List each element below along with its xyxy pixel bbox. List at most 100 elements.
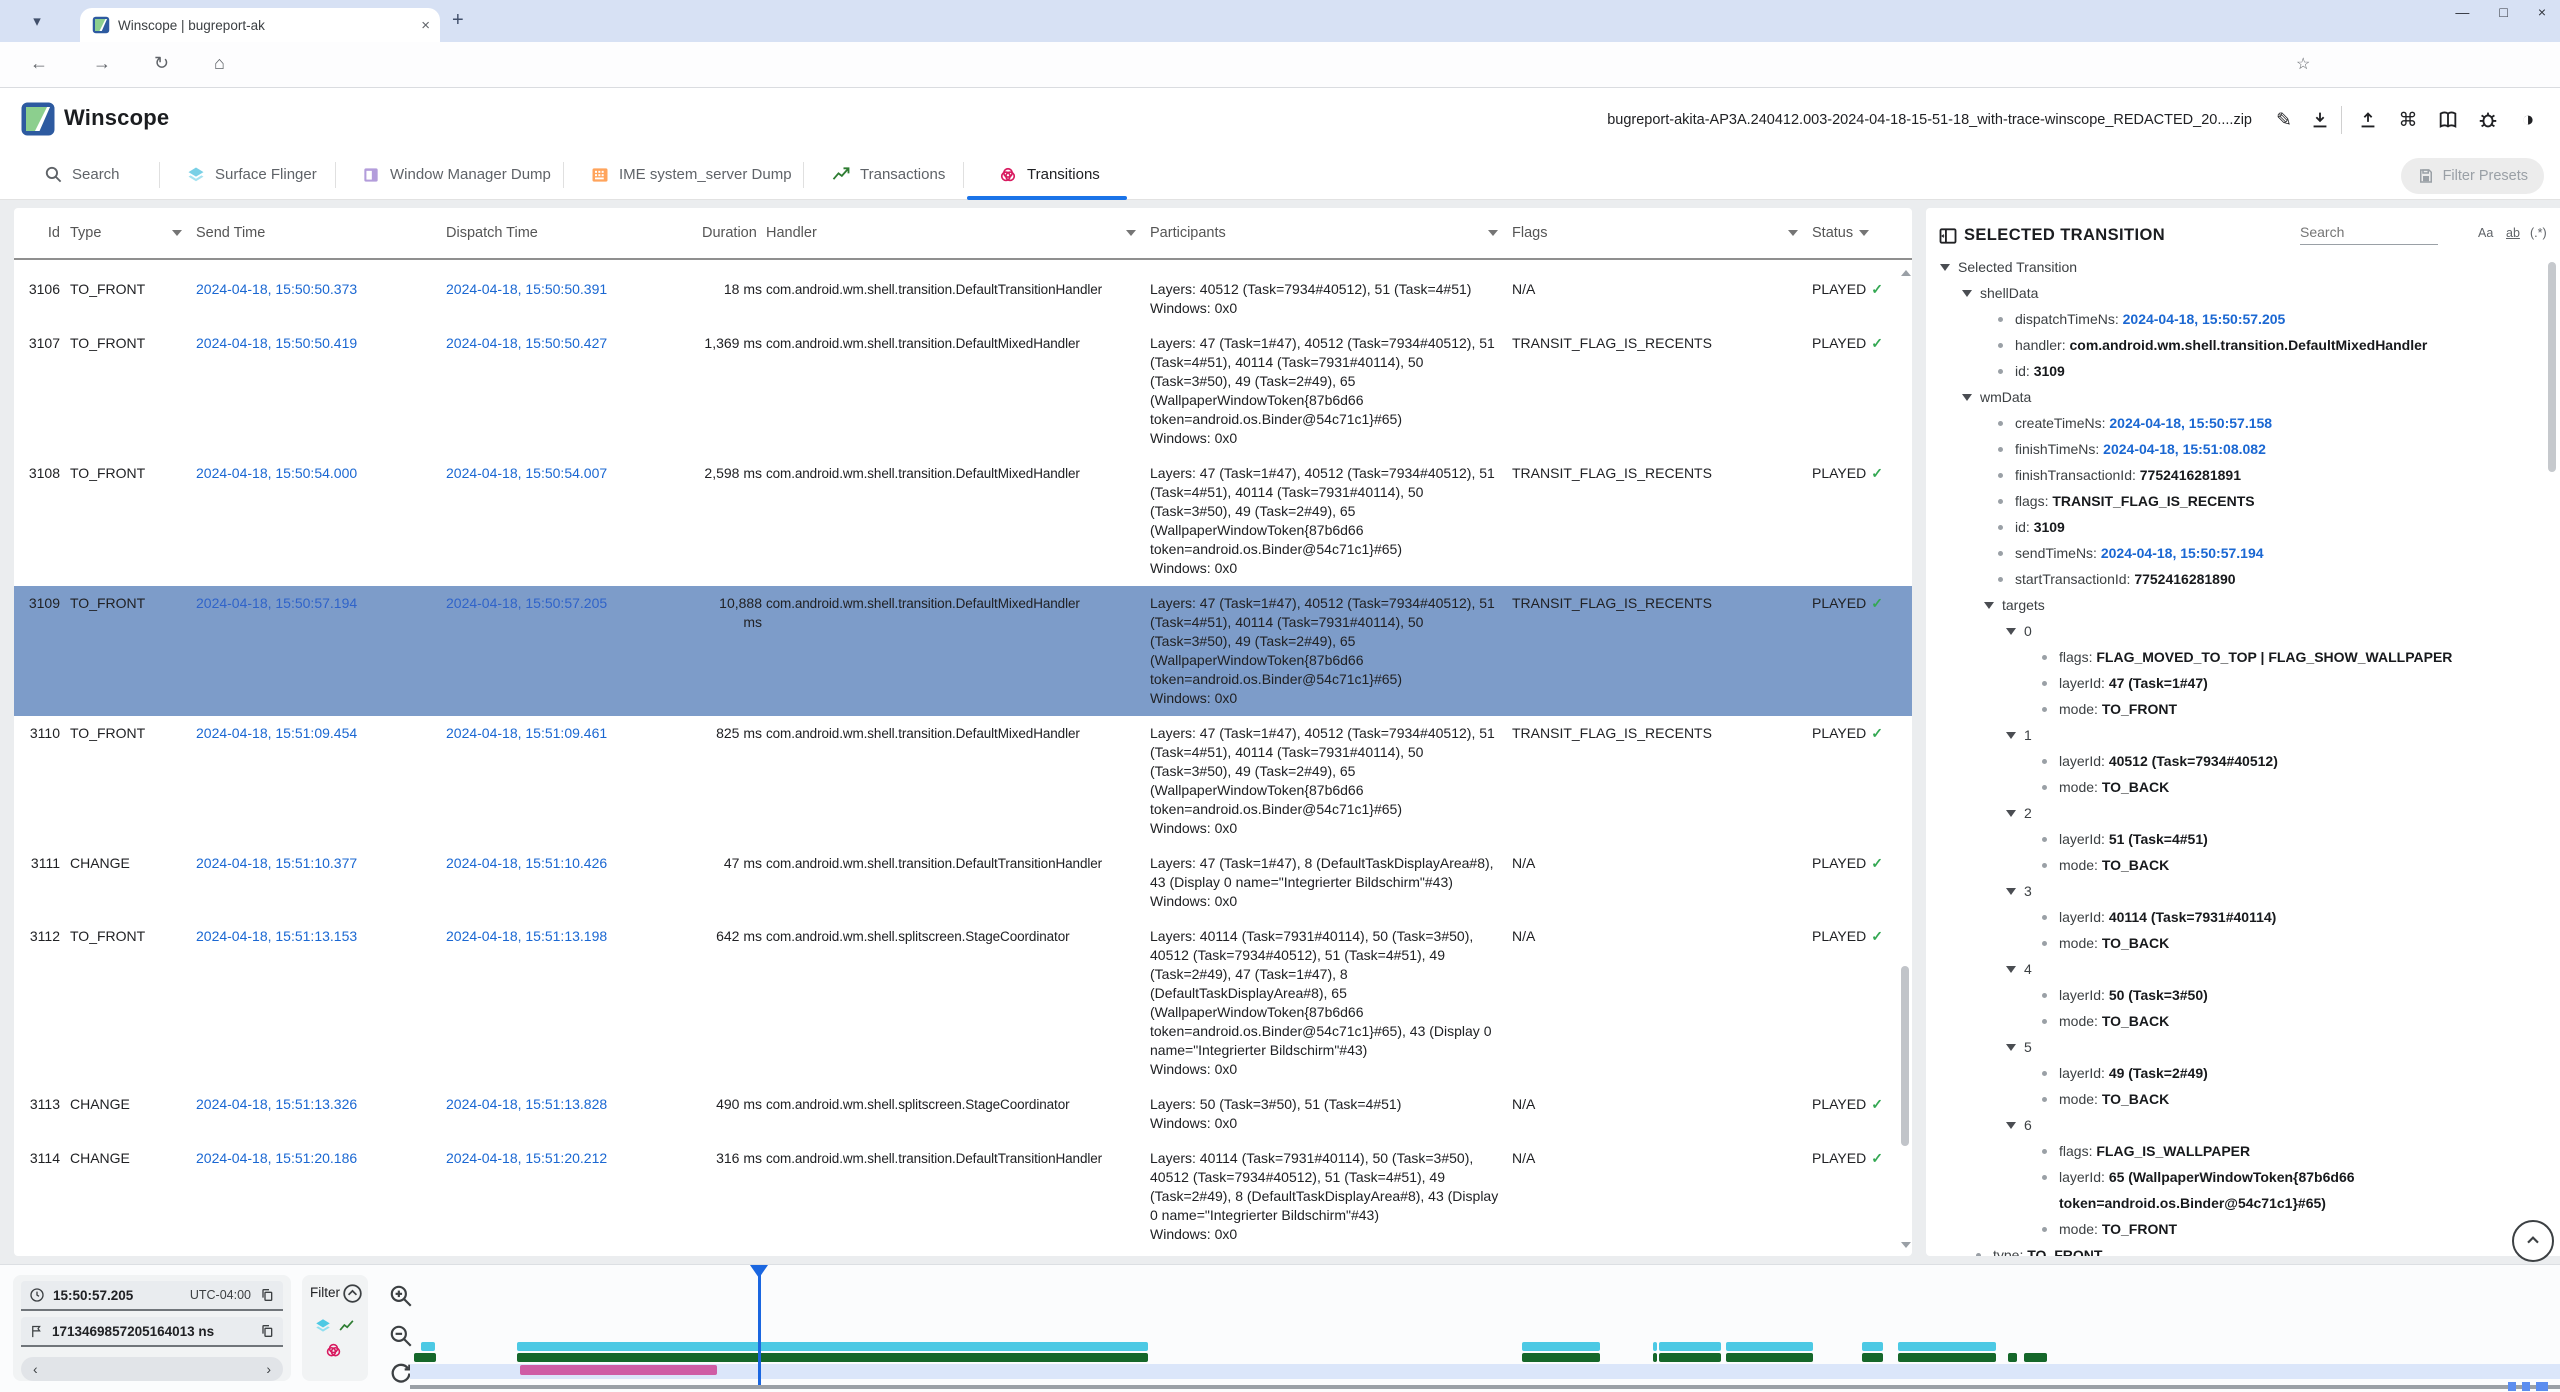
table-row[interactable]: 3108TO_FRONT2024-04-18, 15:50:54.0002024… — [14, 456, 1912, 586]
bookmark-star-icon[interactable]: ☆ — [2296, 54, 2310, 74]
cell-dispatch-time[interactable]: 2024-04-18, 15:50:50.391 — [446, 272, 702, 326]
cell-dispatch-time[interactable]: 2024-04-18, 15:50:50.427 — [446, 326, 702, 456]
tree-node[interactable]: 2 — [1926, 800, 2548, 826]
cell-send-time[interactable]: 2024-04-18, 15:50:57.194 — [196, 586, 446, 716]
timeline-bar-transactions[interactable] — [1522, 1353, 1600, 1362]
filter-transactions-icon[interactable] — [338, 1318, 355, 1335]
minimize-icon[interactable]: — — [2455, 4, 2469, 20]
copy-icon[interactable] — [259, 1323, 275, 1339]
cell-dispatch-time[interactable]: 2024-04-18, 15:51:10.426 — [446, 846, 702, 919]
column-flags[interactable]: Flags — [1512, 225, 1812, 241]
documentation-book-icon[interactable] — [2434, 106, 2462, 134]
tree-node[interactable]: wmData — [1926, 384, 2548, 410]
timeline-bar-surface-flinger[interactable] — [517, 1342, 1148, 1351]
table-row[interactable]: 3112TO_FRONT2024-04-18, 15:51:13.1532024… — [14, 919, 1912, 1087]
cell-dispatch-time[interactable]: 2024-04-18, 15:51:09.461 — [446, 716, 702, 846]
cell-send-time[interactable]: 2024-04-18, 15:51:13.153 — [196, 919, 446, 1087]
scroll-to-top-button[interactable] — [2512, 1220, 2554, 1262]
table-row[interactable]: 3113CHANGE2024-04-18, 15:51:13.3262024-0… — [14, 1087, 1912, 1141]
match-case-icon[interactable]: Aa — [2478, 226, 2493, 240]
cell-send-time[interactable]: 2024-04-18, 15:51:20.186 — [196, 1141, 446, 1252]
timeline-tracks[interactable] — [410, 1265, 2560, 1392]
current-time-field[interactable]: 15:50:57.205 UTC-04:00 — [21, 1281, 283, 1311]
step-next-icon[interactable]: › — [266, 1361, 271, 1377]
step-prev-icon[interactable]: ‹ — [33, 1361, 38, 1377]
tree-node[interactable]: 3 — [1926, 878, 2548, 904]
expand-chevron-icon[interactable] — [2006, 732, 2016, 739]
cell-send-time[interactable]: 2024-04-18, 15:50:50.419 — [196, 326, 446, 456]
cell-dispatch-time[interactable]: 2024-04-18, 15:51:20.212 — [446, 1141, 702, 1252]
tree-node[interactable]: Selected Transition — [1926, 254, 2548, 280]
table-row[interactable]: 3107TO_FRONT2024-04-18, 15:50:50.4192024… — [14, 326, 1912, 456]
expand-chevron-icon[interactable] — [2006, 1044, 2016, 1051]
upload-icon[interactable] — [2354, 106, 2382, 134]
tree-node[interactable]: 6 — [1926, 1112, 2548, 1138]
table-row[interactable]: 3111CHANGE2024-04-18, 15:51:10.3772024-0… — [14, 846, 1912, 919]
table-row[interactable]: 3106TO_FRONT2024-04-18, 15:50:50.3732024… — [14, 272, 1912, 326]
tree-node[interactable]: 1 — [1926, 722, 2548, 748]
tree-node[interactable]: shellData — [1926, 280, 2548, 306]
current-ns-field[interactable]: 1713469857205164013 ns — [21, 1317, 283, 1347]
timeline-bar-surface-flinger[interactable] — [1898, 1342, 1996, 1351]
table-scrollbar[interactable] — [1898, 262, 1912, 1256]
cell-send-time[interactable]: 2024-04-18, 15:50:50.373 — [196, 272, 446, 326]
table-row[interactable]: 3114CHANGE2024-04-18, 15:51:20.1862024-0… — [14, 1141, 1912, 1252]
download-icon[interactable] — [2306, 106, 2334, 134]
cell-dispatch-time[interactable]: 2024-04-18, 15:50:57.205 — [446, 586, 702, 716]
timeline-bar-transactions[interactable] — [1862, 1353, 1883, 1362]
expand-chevron-icon[interactable] — [1940, 264, 1950, 271]
copy-icon[interactable] — [259, 1287, 275, 1303]
table-row[interactable]: 3109TO_FRONT2024-04-18, 15:50:57.1942024… — [14, 586, 1912, 716]
forward-icon[interactable]: → — [93, 53, 111, 74]
tree-node[interactable]: 5 — [1926, 1034, 2548, 1060]
report-bug-icon[interactable] — [2474, 106, 2502, 134]
reload-icon[interactable]: ↻ — [154, 53, 169, 74]
timeline-bar-transactions[interactable] — [517, 1353, 1148, 1362]
tree-node[interactable]: 4 — [1926, 956, 2548, 982]
column-id[interactable]: Id — [14, 225, 70, 241]
maximize-icon[interactable]: □ — [2499, 4, 2507, 20]
table-row[interactable]: 3110TO_FRONT2024-04-18, 15:51:09.4542024… — [14, 716, 1912, 846]
expand-chevron-icon[interactable] — [2006, 1122, 2016, 1129]
column-send-time[interactable]: Send Time — [196, 225, 446, 241]
timeline-bar-transitions[interactable] — [520, 1365, 717, 1375]
timeline-bar-surface-flinger[interactable] — [1726, 1342, 1813, 1351]
dark-mode-toggle-icon[interactable]: ◑ — [2514, 106, 2542, 134]
regex-icon[interactable]: (.*) — [2530, 226, 2547, 240]
new-tab-button[interactable]: + — [452, 9, 464, 32]
timeline-scroll-tick[interactable] — [2508, 1382, 2516, 1391]
timeline-bar-surface-flinger[interactable] — [1522, 1342, 1600, 1351]
column-participants[interactable]: Participants — [1150, 225, 1512, 241]
cell-send-time[interactable]: 2024-04-18, 15:51:09.454 — [196, 716, 446, 846]
timeline-bar-transactions[interactable] — [1659, 1353, 1721, 1362]
cell-dispatch-time[interactable]: 2024-04-18, 15:51:13.828 — [446, 1087, 702, 1141]
back-icon[interactable]: ← — [30, 53, 48, 74]
timeline-marker[interactable] — [758, 1269, 761, 1385]
filter-presets-button[interactable]: Filter Presets — [2401, 158, 2544, 194]
tab-transactions[interactable]: Transactions — [831, 152, 945, 197]
timeline-bar-transactions[interactable] — [2008, 1353, 2017, 1362]
expand-chevron-icon[interactable] — [1962, 290, 1972, 297]
tab-transitions[interactable]: Transitions — [998, 152, 1100, 197]
column-dispatch-time[interactable]: Dispatch Time — [446, 225, 702, 241]
home-icon[interactable]: ⌂ — [214, 53, 225, 74]
timeline-bar-surface-flinger[interactable] — [1862, 1342, 1883, 1351]
timeline-scroll-tick[interactable] — [2536, 1382, 2548, 1391]
cell-send-time[interactable]: 2024-04-18, 15:51:13.326 — [196, 1087, 446, 1141]
timeline-bar-surface-flinger[interactable] — [1653, 1342, 1657, 1351]
column-status[interactable]: Status — [1812, 225, 1898, 241]
expand-chevron-icon[interactable] — [1962, 394, 1972, 401]
shortcuts-icon[interactable]: ⌘ — [2394, 106, 2422, 134]
tab-window-manager[interactable]: Window Manager Dump — [361, 152, 551, 197]
cell-send-time[interactable]: 2024-04-18, 15:51:10.377 — [196, 846, 446, 919]
cell-send-time[interactable]: 2024-04-18, 15:50:54.000 — [196, 456, 446, 586]
filter-layers-icon[interactable] — [314, 1317, 332, 1335]
timeline-bar-transactions[interactable] — [2024, 1353, 2047, 1362]
expand-chevron-icon[interactable] — [2006, 810, 2016, 817]
collapse-chevron-icon[interactable] — [342, 1283, 363, 1304]
timeline-bar-transactions[interactable] — [1653, 1353, 1657, 1362]
expand-chevron-icon[interactable] — [1984, 602, 1994, 609]
tab-search-icon[interactable]: ▾ — [22, 8, 52, 34]
cell-dispatch-time[interactable]: 2024-04-18, 15:50:54.007 — [446, 456, 702, 586]
tab-ime[interactable]: IME system_server Dump — [590, 152, 792, 197]
